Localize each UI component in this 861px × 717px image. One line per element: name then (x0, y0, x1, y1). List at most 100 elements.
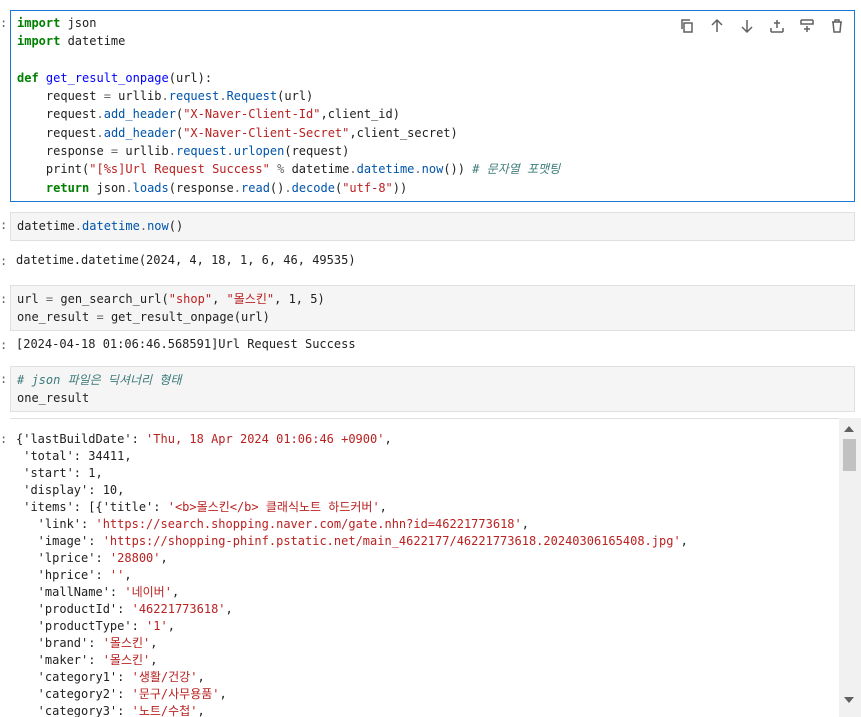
code-token: )) (392, 180, 408, 195)
code-token: 'link': (16, 517, 96, 531)
code-line: 'category2': '문구/사무용품', (10, 686, 861, 703)
vertical-scrollbar[interactable] (839, 418, 861, 717)
code-line: def get_result_onpage(url): (11, 69, 854, 87)
delete-icon[interactable] (826, 15, 848, 37)
code-editor[interactable]: # json 파일은 딕셔너리 형태 one_result (11, 367, 854, 408)
code-token: get_result_onpage (45, 70, 169, 85)
code-editor[interactable]: import json import datetime def get_resul… (11, 11, 854, 197)
insert-above-icon[interactable] (766, 15, 788, 37)
code-token: "shop" (168, 292, 213, 306)
code-token: datetime (17, 219, 75, 233)
code-cell[interactable]: url = gen_search_url("shop", "몰스킨", 1, 5… (10, 285, 855, 331)
code-token: , (197, 670, 205, 684)
code-token: Request (226, 89, 278, 104)
code-token: . (168, 144, 176, 159)
code-token: "X-Naver-Client-Id" (183, 107, 321, 122)
scroll-up-icon[interactable] (844, 426, 854, 432)
code-token: '문구/사무용품' (131, 687, 220, 701)
code-line: one_result = get_result_onpage(url) (11, 308, 854, 326)
code-token: '몰스킨' (102, 653, 151, 667)
code-token: 'category3': (16, 704, 132, 717)
code-token: 'mallName': (16, 585, 125, 599)
insert-below-icon[interactable] (796, 15, 818, 37)
cell-prompt-marker: : (0, 432, 8, 446)
code-cell-active[interactable]: import json import datetime def get_resul… (10, 10, 855, 202)
code-line: 'total': 34411, (10, 448, 861, 465)
code-token: request (17, 89, 104, 104)
code-line: 'hprice': '', (10, 567, 861, 584)
code-line: 'lprice': '28800', (10, 550, 861, 567)
code-editor[interactable]: url = gen_search_url("shop", "몰스킨", 1, 5… (11, 286, 854, 327)
duplicate-icon[interactable] (676, 15, 698, 37)
code-token: # json 파일은 딕셔너리 형태 (17, 373, 182, 387)
code-token: request (168, 89, 220, 104)
code-token: '노트/수첩' (131, 704, 198, 717)
code-token: import (17, 16, 61, 30)
move-up-icon[interactable] (706, 15, 728, 37)
code-token: 'maker': (16, 653, 103, 667)
code-line: return json.loads(response.read().decode… (11, 179, 854, 197)
code-line: 'start': 1, (10, 465, 861, 482)
code-token: request (175, 144, 227, 159)
code-token: loads (132, 180, 169, 195)
code-token: 'items': [{'title': (16, 500, 168, 514)
code-token: def (17, 70, 39, 85)
code-line: 'productId': '46221773618', (10, 601, 861, 618)
code-token: '' (109, 568, 125, 582)
code-token: , (379, 500, 387, 514)
code-line: 'maker': '몰스킨', (10, 652, 861, 669)
code-token: 'image': (16, 534, 103, 548)
code-token: , (212, 292, 227, 306)
cell-output: [2024-04-18 01:06:46.568591]Url Request … (10, 336, 855, 353)
code-line: 'category1': '생활/건강', (10, 669, 861, 686)
code-token: "몰스킨" (226, 292, 275, 306)
code-token: request (17, 125, 97, 140)
code-token: urlopen (233, 144, 285, 159)
code-token: add_header (103, 125, 176, 140)
code-token: gen_search_url( (53, 292, 169, 306)
code-editor[interactable]: datetime.datetime.now() (11, 213, 854, 235)
scrollable-output[interactable]: {'lastBuildDate': 'Thu, 18 Apr 2024 01:0… (10, 418, 861, 717)
scrollbar-thumb[interactable] (843, 439, 856, 471)
code-token: datetime (82, 219, 140, 233)
code-token: , (521, 517, 529, 531)
code-token: datetime (60, 34, 126, 49)
scroll-down-icon[interactable] (844, 697, 854, 703)
code-token: , (680, 534, 688, 548)
code-token: # 문자열 포맷팅 (472, 162, 561, 177)
code-line: 'category3': '노트/수첩', (10, 703, 861, 717)
move-down-icon[interactable] (736, 15, 758, 37)
code-line: 'link': 'https://search.shopping.naver.c… (10, 516, 861, 533)
code-line: url = gen_search_url("shop", "몰스킨", 1, 5… (11, 290, 854, 308)
code-token: , (150, 653, 158, 667)
code-token: , (150, 636, 158, 650)
code-token: import (17, 34, 61, 49)
code-token: . (414, 162, 422, 177)
code-token: , (167, 619, 175, 633)
output-text: datetime.datetime(2024, 4, 18, 1, 6, 46,… (16, 253, 356, 267)
code-token: datetime (356, 162, 415, 177)
code-line: 'mallName': '네이버', (10, 584, 861, 601)
code-token: . (233, 180, 242, 195)
code-line: one_result (11, 389, 854, 407)
code-token: urllib (110, 89, 162, 104)
code-token: one_result (17, 391, 90, 406)
code-cell[interactable]: datetime.datetime.now() (10, 212, 855, 241)
code-cell[interactable]: # json 파일은 딕셔너리 형태 one_result (10, 366, 855, 412)
code-token: '1' (146, 619, 168, 633)
code-token: one_result (17, 310, 97, 325)
code-token: read (241, 180, 270, 195)
code-token: ()) (443, 162, 473, 177)
code-token: . (226, 144, 234, 159)
cell-output: datetime.datetime(2024, 4, 18, 1, 6, 46,… (10, 252, 855, 269)
cell-toolbar (676, 15, 848, 37)
code-line: response = urllib.request.urlopen(reques… (11, 142, 854, 160)
code-token: . (96, 107, 104, 122)
code-token: 'Thu, 18 Apr 2024 01:06:46 +0900' (146, 432, 385, 446)
code-token: () (269, 180, 285, 195)
code-token: . (219, 89, 227, 104)
cell-prompt-marker: : (0, 16, 8, 30)
cell-prompt-marker: : (0, 292, 8, 306)
code-token: , (171, 585, 180, 599)
